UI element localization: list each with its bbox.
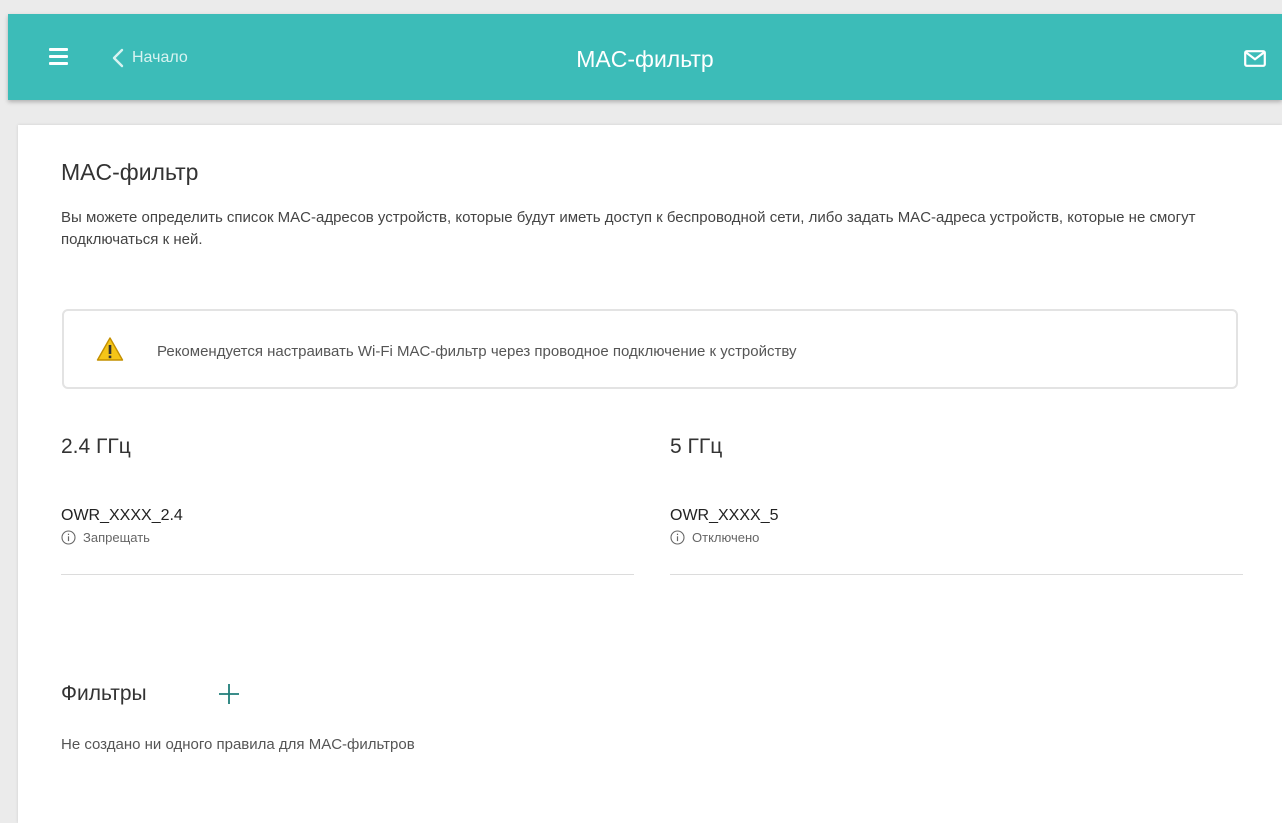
divider <box>61 574 634 575</box>
status-text: Запрещать <box>83 530 150 545</box>
filters-empty-message: Не создано ни одного правила для MAC-фил… <box>61 736 415 753</box>
page-description: Вы можете определить список MAC-адресов … <box>61 209 1196 248</box>
warning-text: Рекомендуется настраивать Wi-Fi MAC-филь… <box>157 343 797 360</box>
add-filter-button[interactable] <box>217 682 241 706</box>
network-name-link[interactable]: OWR_XXXX_2.4 <box>61 507 634 525</box>
info-icon <box>670 530 685 545</box>
band-2-4ghz: 2.4 ГГц OWR_XXXX_2.4 Запрещать <box>61 435 634 575</box>
status-text: Отключено <box>692 530 760 545</box>
band-title: 2.4 ГГц <box>61 435 131 458</box>
band-5ghz: 5 ГГц OWR_XXXX_5 Отключено <box>670 435 1243 575</box>
divider <box>670 574 1243 575</box>
header-title: MAC-фильтр <box>576 46 714 72</box>
mail-envelope-icon <box>1244 50 1266 67</box>
warning-box: Рекомендуется настраивать Wi-Fi MAC-филь… <box>62 309 1238 389</box>
mail-button[interactable] <box>1244 50 1266 72</box>
filters-header: Фильтры <box>61 682 241 706</box>
band-status: Запрещать <box>61 530 634 545</box>
warning-triangle-icon <box>96 337 124 361</box>
network-name-link[interactable]: OWR_XXXX_5 <box>670 507 1243 525</box>
info-icon <box>61 530 76 545</box>
content-card: MAC-фильтр Вы можете определить список M… <box>18 125 1282 823</box>
page-title: MAC-фильтр <box>61 159 199 185</box>
band-status: Отключено <box>670 530 1243 545</box>
band-title: 5 ГГц <box>670 435 723 458</box>
top-bar: Начало MAC-фильтр <box>8 14 1282 100</box>
filters-title: Фильтры <box>61 682 147 705</box>
